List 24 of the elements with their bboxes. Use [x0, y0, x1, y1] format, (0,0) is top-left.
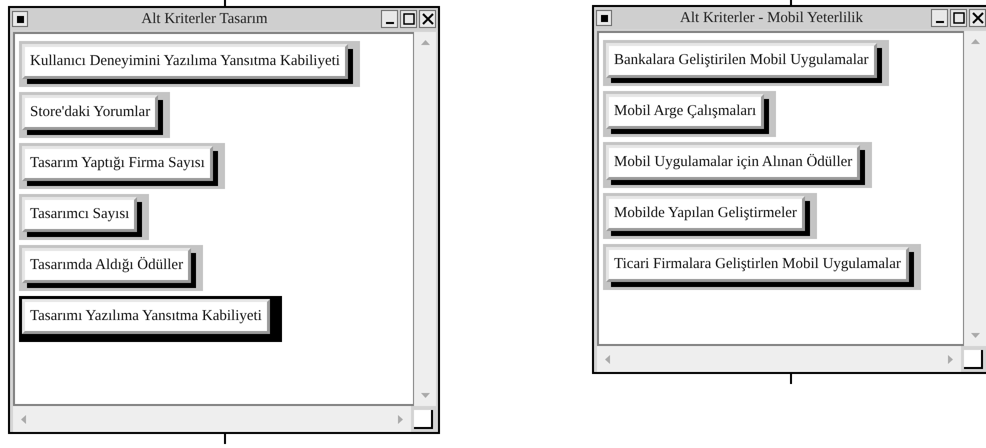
minimize-icon[interactable]	[381, 10, 398, 28]
scroll-right-icon[interactable]	[948, 354, 953, 364]
scroll-left-icon[interactable]	[21, 414, 26, 424]
window-title: Alt Kriterler Tasarım	[140, 10, 269, 28]
scroll-down-icon[interactable]	[420, 393, 430, 398]
close-icon[interactable]	[419, 10, 436, 28]
scroll-up-icon[interactable]	[970, 39, 980, 44]
window-title: Alt Kriterler - Mobil Yeterlilik	[679, 10, 864, 26]
scroll-down-icon[interactable]	[970, 333, 980, 338]
horizontal-scrollbar[interactable]	[597, 346, 961, 372]
scroll-left-icon[interactable]	[605, 354, 610, 364]
scroll-up-icon[interactable]	[420, 40, 430, 45]
window-menu-icon[interactable]	[596, 10, 612, 26]
window-menu-icon[interactable]	[12, 11, 28, 27]
horizontal-scrollbar[interactable]	[13, 406, 411, 432]
vertical-scrollbar[interactable]	[964, 31, 986, 346]
vertical-scrollbar[interactable]	[414, 32, 436, 406]
maximize-icon[interactable]	[400, 10, 417, 28]
resize-grip[interactable]	[414, 410, 433, 428]
resize-grip[interactable]	[964, 350, 983, 368]
scroll-right-icon[interactable]	[398, 414, 403, 424]
maximize-icon[interactable]	[950, 9, 967, 27]
minimize-icon[interactable]	[931, 9, 948, 27]
close-icon[interactable]	[969, 9, 986, 27]
